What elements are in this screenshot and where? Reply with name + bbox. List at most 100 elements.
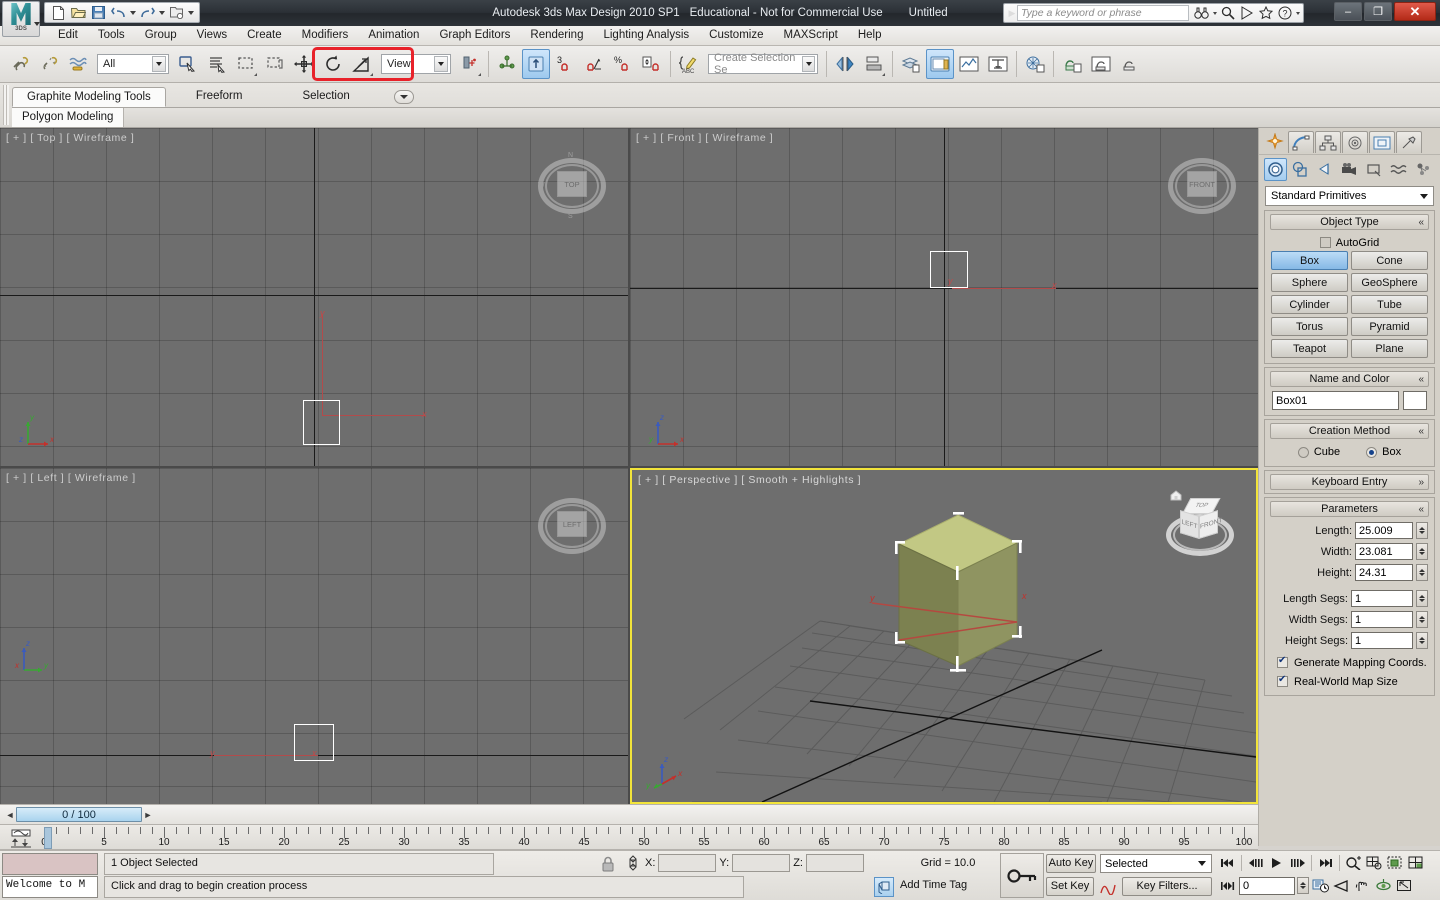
view-cube-front[interactable]: FRONT: [1166, 150, 1238, 222]
rollout-header-creation-method[interactable]: Creation Method «: [1270, 423, 1429, 439]
pan-view-icon[interactable]: [1353, 876, 1372, 895]
chevron-down-icon[interactable]: [802, 56, 815, 72]
menu-item-animation[interactable]: Animation: [358, 26, 429, 45]
ribbon-tab-selection[interactable]: Selection: [272, 87, 379, 107]
angle-snap-toggle-icon[interactable]: [580, 49, 608, 79]
object-wireframe-box[interactable]: [294, 724, 334, 761]
space-warps-category[interactable]: [1388, 158, 1411, 181]
key-mode-filter-select[interactable]: Selected: [1100, 854, 1212, 873]
view-cube-face-left[interactable]: LEFT: [1180, 510, 1199, 539]
chevron-down-icon[interactable]: [434, 56, 448, 72]
view-cube-left[interactable]: LEFT: [536, 490, 608, 562]
viewport-perspective[interactable]: [ + ] [ Perspective ] [ Smooth + Highlig…: [630, 468, 1258, 804]
render-production-icon[interactable]: [1087, 49, 1115, 79]
ribbon-tab-graphite-modeling-tools[interactable]: Graphite Modeling Tools: [12, 87, 166, 107]
field-of-view-icon[interactable]: [1332, 876, 1351, 895]
select-object-icon[interactable]: [174, 49, 202, 79]
zoom-extents-icon[interactable]: [1386, 853, 1405, 872]
object-type-button-sphere[interactable]: Sphere: [1271, 273, 1348, 292]
geometry-category[interactable]: [1264, 158, 1287, 181]
material-editor-icon[interactable]: [984, 49, 1012, 79]
shapes-category[interactable]: [1289, 158, 1312, 181]
viewport-top[interactable]: [ + ] [ Top ] [ Wireframe ] y x N W E S …: [0, 128, 628, 466]
new-file-icon[interactable]: [49, 4, 68, 21]
chevron-up-icon[interactable]: «: [1418, 373, 1424, 386]
unlink-selection-icon[interactable]: [35, 49, 63, 79]
display-tab[interactable]: [1369, 131, 1395, 153]
current-frame-input[interactable]: 0: [1239, 876, 1295, 895]
ribbon-panel-polygon-modeling[interactable]: Polygon Modeling: [12, 108, 125, 127]
add-time-tag-label[interactable]: Add Time Tag: [900, 879, 967, 891]
param-length-segs-input[interactable]: 1: [1351, 590, 1413, 607]
object-type-button-geosphere[interactable]: GeoSphere: [1351, 273, 1428, 292]
motion-tab[interactable]: [1342, 131, 1368, 153]
view-cube-face-label[interactable]: TOP: [557, 171, 587, 197]
edit-named-selection-sets-icon[interactable]: ABC: [675, 49, 703, 79]
rollout-header-name-and-color[interactable]: Name and Color «: [1270, 371, 1429, 387]
snaps-3d-label[interactable]: 3: [551, 49, 579, 79]
time-slider[interactable]: ◄ 0 / 100 ►: [0, 804, 1258, 824]
view-cube-face-label[interactable]: LEFT: [557, 511, 587, 537]
previous-frame-arrow[interactable]: ◄: [4, 810, 16, 820]
param-length-segs-spinner[interactable]: [1416, 590, 1428, 607]
spinner-snap-toggle-icon[interactable]: [638, 49, 666, 79]
select-and-rotate-icon[interactable]: [319, 49, 347, 79]
hierarchy-tab[interactable]: [1315, 131, 1341, 153]
help-question-icon[interactable]: ?: [1276, 5, 1293, 22]
menu-item-edit[interactable]: Edit: [48, 26, 88, 45]
object-type-button-box[interactable]: Box: [1271, 251, 1348, 270]
radio-box[interactable]: [1366, 446, 1378, 458]
viewport-label-perspective[interactable]: [ + ] [ Perspective ] [ Smooth + Highlig…: [638, 474, 861, 486]
default-in-out-tangents-icon[interactable]: [1098, 877, 1118, 896]
param-width-input[interactable]: 23.081: [1355, 543, 1413, 560]
coord-x-field[interactable]: [658, 854, 717, 872]
autogrid-checkbox[interactable]: [1319, 237, 1331, 248]
view-cube-top[interactable]: N W E S TOP: [536, 150, 608, 222]
layer-manager-icon[interactable]: [897, 49, 925, 79]
search-binoculars-icon[interactable]: [1193, 5, 1210, 22]
align-icon[interactable]: [860, 49, 888, 79]
bind-to-space-warp-icon[interactable]: [64, 49, 92, 79]
select-and-scale-icon[interactable]: [348, 49, 376, 79]
absolute-relative-transform-icon[interactable]: [624, 854, 642, 872]
view-cube-face-label[interactable]: FRONT: [1187, 171, 1217, 197]
render-iterative-icon[interactable]: [1116, 49, 1144, 79]
selection-filter-combo[interactable]: All: [97, 54, 169, 74]
rollout-header-keyboard-entry[interactable]: Keyboard Entry »: [1270, 474, 1429, 490]
chevron-up-icon[interactable]: «: [1418, 425, 1424, 438]
search-dropdown-icon[interactable]: [1213, 11, 1217, 15]
next-frame-button[interactable]: [1288, 853, 1307, 872]
frame-spinner[interactable]: [1297, 877, 1309, 894]
param-height-segs-input[interactable]: 1: [1351, 632, 1413, 649]
lock-selection-icon[interactable]: [598, 854, 618, 874]
select-and-move-icon[interactable]: [290, 49, 318, 79]
track-bar[interactable]: 5 10 15 20 25 30 35 40 45 50 55 60 65 70 75 80 85 90 95 100…: [0, 824, 1258, 850]
menu-item-modifiers[interactable]: Modifiers: [292, 26, 359, 45]
create-tab[interactable]: [1263, 131, 1287, 153]
menu-item-customize[interactable]: Customize: [699, 26, 773, 45]
play-animation-button[interactable]: [1267, 853, 1286, 872]
snaps-toggle-icon[interactable]: [522, 49, 550, 79]
object-color-swatch[interactable]: [1403, 391, 1427, 410]
undo-icon[interactable]: [109, 4, 128, 21]
menu-item-help[interactable]: Help: [848, 26, 892, 45]
menu-item-views[interactable]: Views: [187, 26, 237, 45]
set-project-folder-icon[interactable]: [167, 4, 186, 21]
minimize-button[interactable]: –: [1334, 2, 1362, 21]
search-expand-icon[interactable]: ▶: [1007, 8, 1017, 19]
time-slider-thumb[interactable]: 0 / 100: [16, 807, 142, 822]
checkbox-row-generate-mapping-coords[interactable]: Generate Mapping Coords.: [1265, 652, 1434, 671]
checkbox-generate-mapping-coords[interactable]: [1277, 655, 1288, 668]
go-to-start-button[interactable]: [1218, 853, 1237, 872]
rectangular-selection-region-icon[interactable]: [232, 49, 260, 79]
curve-editor-icon[interactable]: [926, 49, 954, 79]
coord-y-field[interactable]: [732, 854, 791, 872]
box-object-3d[interactable]: y x: [632, 470, 1256, 802]
param-width-segs-spinner[interactable]: [1416, 611, 1428, 628]
param-width-segs-input[interactable]: 1: [1351, 611, 1413, 628]
percent-snap-toggle-icon[interactable]: %: [609, 49, 637, 79]
menu-item-tools[interactable]: Tools: [88, 26, 135, 45]
time-tag-icon[interactable]: [874, 877, 894, 897]
open-mini-curve-editor-icon[interactable]: [8, 828, 34, 848]
menu-item-lighting-analysis[interactable]: Lighting Analysis: [593, 26, 699, 45]
